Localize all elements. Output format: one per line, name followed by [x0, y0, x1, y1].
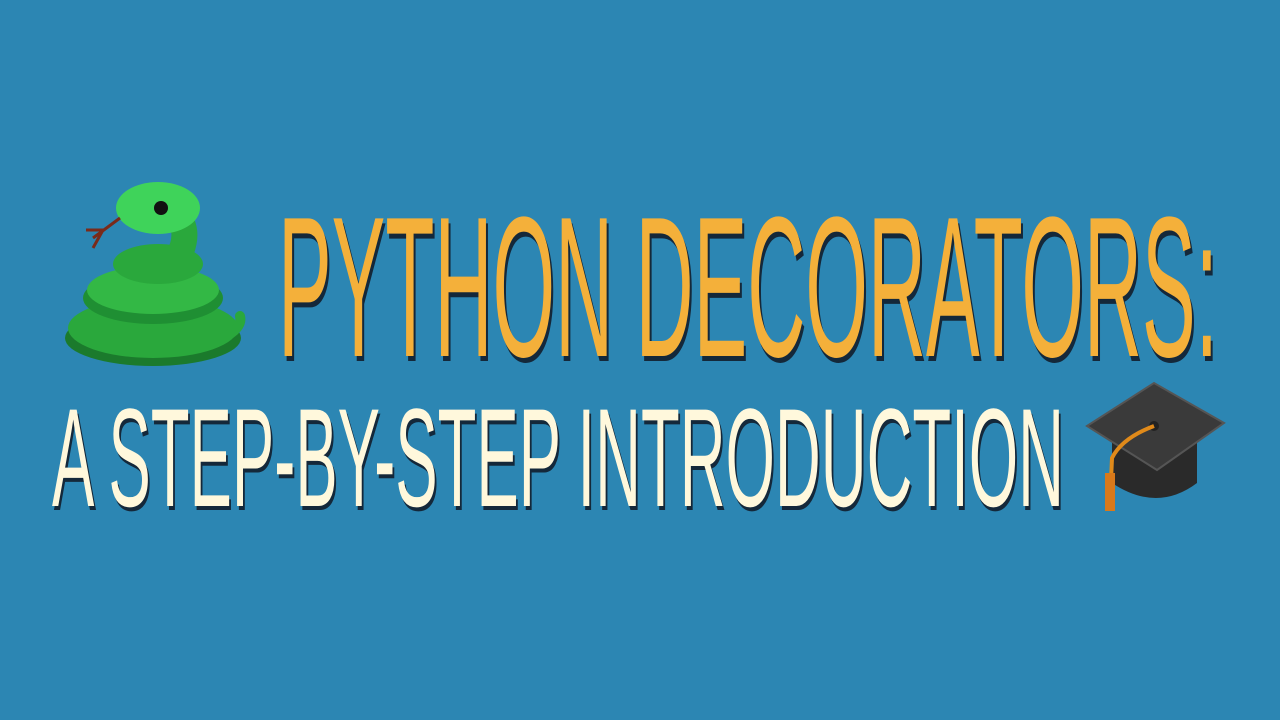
graduation-cap-icon	[1085, 381, 1226, 511]
snake-icon	[65, 182, 246, 366]
page-title: Python Decorators:	[278, 176, 1218, 399]
page-subtitle: A Step-By-Step Introduction	[52, 379, 1064, 536]
